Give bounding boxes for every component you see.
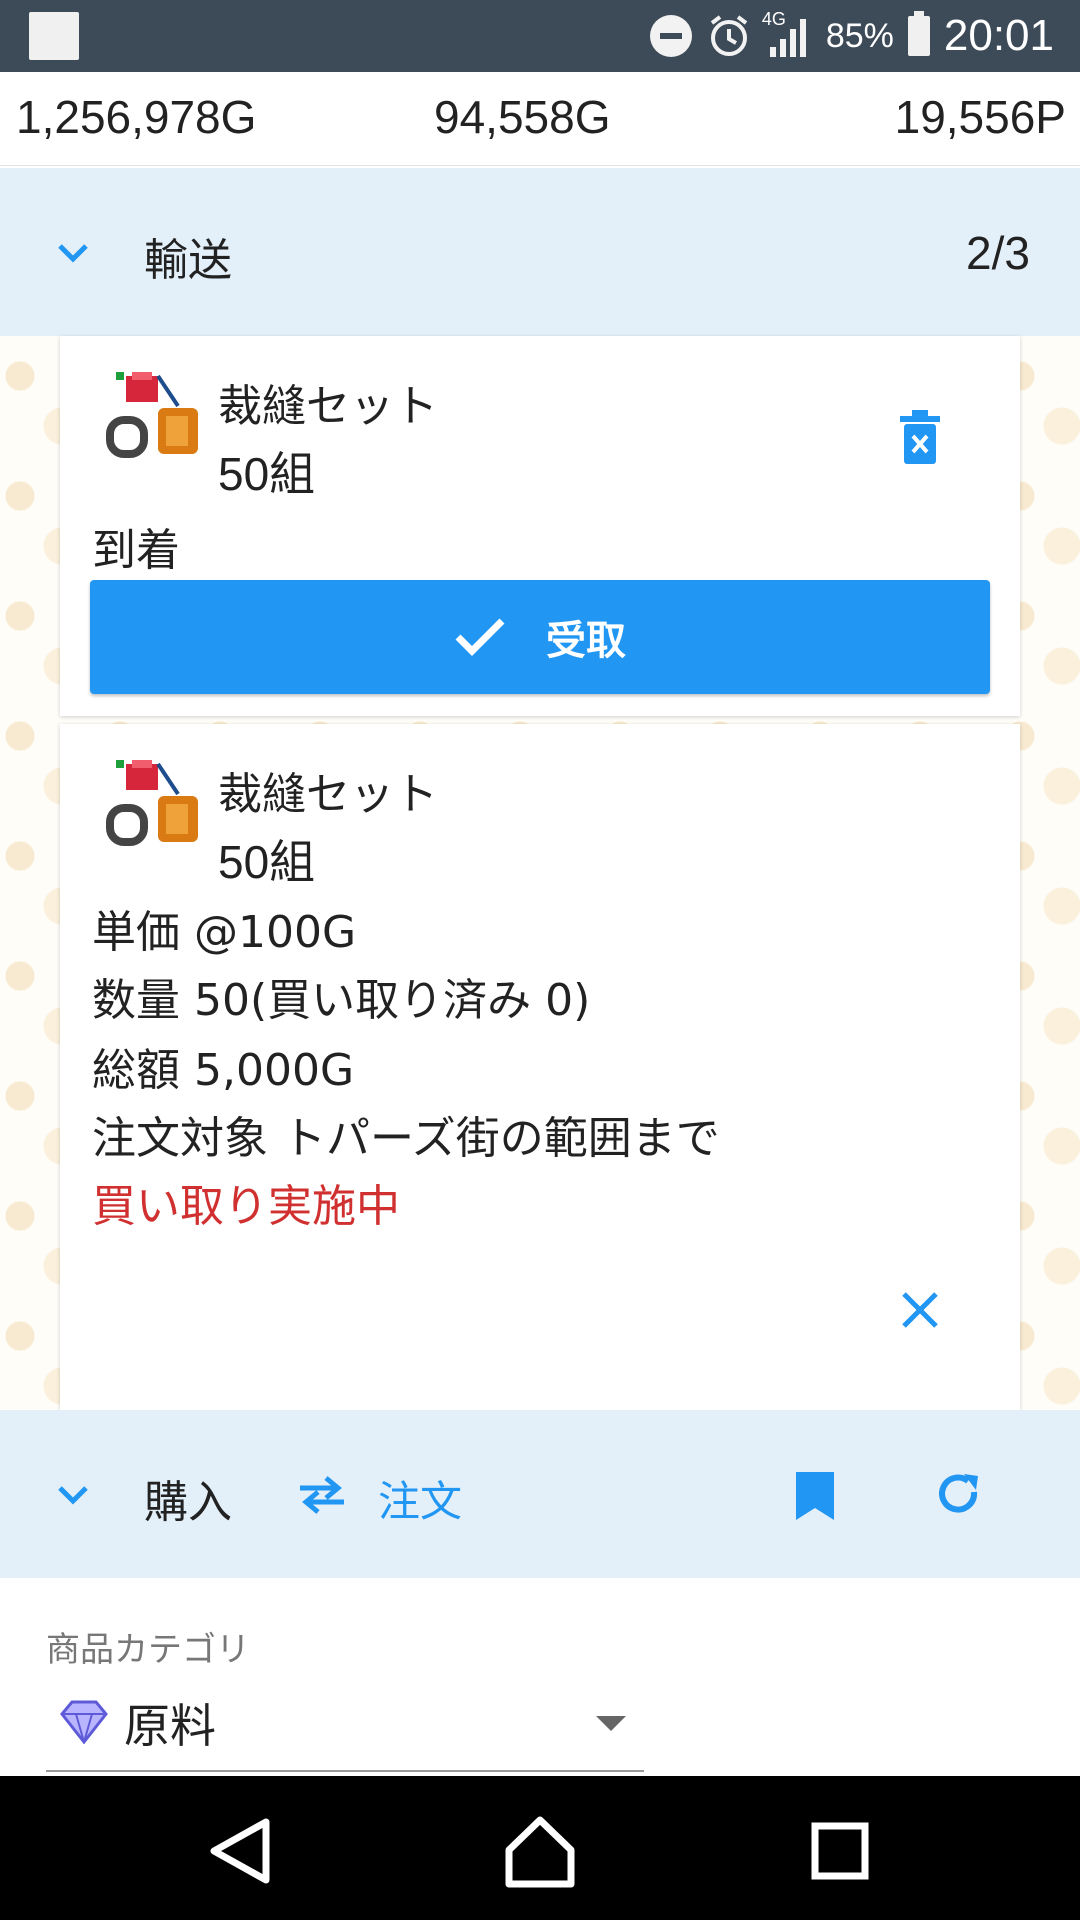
navigation-bar [0,1776,1080,1920]
item-quantity: 50組 [218,448,316,500]
alarm-icon [710,15,748,56]
order-status: 買い取り実施中 [92,1181,400,1232]
points-amount: 19,556P [894,91,1066,143]
dropdown-arrow-icon [596,1716,626,1731]
back-icon[interactable] [196,1806,286,1896]
item-name: 裁縫セット [218,381,438,432]
status-bar: 4G 85% 20:01 [0,0,1080,72]
receive-button[interactable]: 受取 [90,580,990,694]
order-total: 総額 5,000G [92,1045,355,1096]
sewing-set-icon [106,760,198,846]
check-icon [455,618,505,656]
swap-arrows-icon[interactable] [296,1474,348,1516]
item-quantity: 50組 [218,836,316,888]
arrival-status: 到着 [92,525,180,576]
chevron-down-icon[interactable] [52,1474,94,1516]
home-icon[interactable] [495,1806,585,1896]
secondary-gold-amount: 94,558G [434,91,611,143]
sewing-set-icon [106,372,198,458]
order-amount: 数量 50(買い取り済み 0) [92,975,591,1026]
item-name: 裁縫セット [218,769,438,820]
purchase-title: 購入 [144,1477,232,1528]
battery-icon [907,11,930,56]
category-label: 商品カテゴリ [46,1630,250,1670]
order-tab[interactable]: 注文 [378,1468,462,1529]
battery-percent: 85% [825,16,894,55]
transport-count: 2/3 [966,227,1030,279]
order-target: 注文対象 トパーズ街の範囲まで [92,1113,720,1164]
category-form: 商品カテゴリ 原料 [0,1578,1080,1776]
category-select[interactable]: 原料 [46,1670,644,1772]
refresh-icon[interactable] [934,1470,984,1520]
transport-title: 輸送 [144,235,232,286]
gem-icon [60,1700,108,1744]
signal-icon: 4G [762,9,812,59]
do-not-disturb-icon [649,15,692,57]
recents-icon[interactable] [795,1806,885,1896]
gold-amount: 1,256,978G [16,91,257,143]
transport-header[interactable]: 輸送 2/3 [0,168,1080,336]
order-card: 裁縫セット 50組 単価 @100G 数量 50(買い取り済み 0) 総額 5,… [60,724,1020,1410]
chevron-down-icon[interactable] [52,232,94,274]
clock: 20:01 [943,11,1054,60]
delete-icon[interactable] [898,410,942,466]
transport-card: 裁縫セット 50組 到着 受取 [60,336,1020,716]
bookmark-icon[interactable] [794,1470,836,1522]
close-icon[interactable] [898,1288,942,1332]
category-value: 原料 [124,1699,216,1753]
unit-price: 単価 @100G [92,907,357,958]
receive-label: 受取 [546,618,626,664]
currency-bar: 1,256,978G 94,558G 19,556P [0,72,1080,166]
purchase-header: 購入 注文 [0,1410,1080,1578]
app-notification-icon [29,12,79,60]
